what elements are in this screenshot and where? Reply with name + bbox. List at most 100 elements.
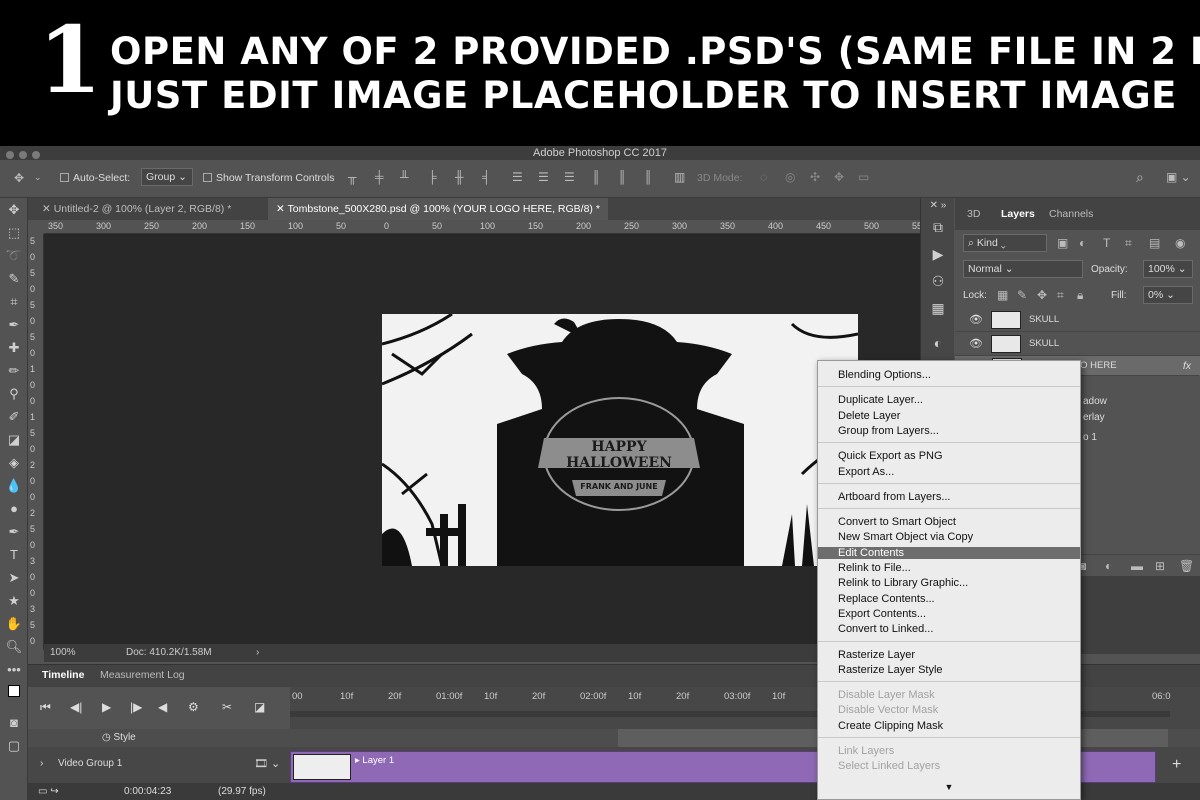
next-frame-icon[interactable]: |▶ — [130, 700, 142, 714]
new-layer-icon[interactable]: ⊞ — [1155, 559, 1165, 573]
collapse-icon[interactable]: ✕ » — [921, 198, 955, 214]
tab-tombstone[interactable]: ✕ Tombstone_500X280.psd @ 100% (YOUR LOG… — [268, 198, 608, 220]
filter-shape-icon[interactable]: ⌗ — [1125, 236, 1132, 251]
pen-tool-icon[interactable]: ✒ — [0, 520, 28, 543]
menu-item-artboard-from-layers[interactable]: Artboard from Layers... — [838, 491, 951, 503]
audio-icon[interactable]: ◀ — [158, 700, 167, 714]
filter-smart-icon[interactable]: ▤ — [1149, 236, 1160, 250]
scissors-icon[interactable]: ✂ — [222, 700, 232, 714]
menu-item-relink-to-library-graphic[interactable]: Relink to Library Graphic... — [838, 577, 968, 589]
render-icon[interactable]: ▭ ↪ — [38, 786, 59, 797]
zoom-level[interactable]: 100% — [50, 647, 76, 658]
distribute-hcenter-icon[interactable]: ║ — [618, 170, 627, 184]
paint-bucket-tool-icon[interactable]: ◈ — [0, 451, 28, 474]
menu-item-export-as[interactable]: Export As... — [838, 466, 894, 478]
swatches-icon[interactable]: ▦ — [921, 295, 955, 322]
color-swatches[interactable] — [0, 681, 28, 711]
menu-item-duplicate-layer[interactable]: Duplicate Layer... — [838, 394, 923, 406]
lock-paint-icon[interactable]: ✎ — [1017, 288, 1027, 302]
transition-icon[interactable]: ◪ — [254, 700, 265, 714]
tab-timeline[interactable]: Timeline — [42, 669, 84, 681]
menu-item-convert-to-smart-object[interactable]: Convert to Smart Object — [838, 516, 956, 528]
menu-item-blending-options[interactable]: Blending Options... — [838, 369, 931, 381]
workspace-icon[interactable]: ▣ ⌄ — [1166, 170, 1191, 184]
brush-tool-icon[interactable]: ✏ — [0, 359, 28, 382]
lock-artboard-icon[interactable]: ⌗ — [1057, 288, 1064, 303]
menu-item-rasterize-layer-style[interactable]: Rasterize Layer Style — [838, 664, 943, 676]
align-vcenter-icon[interactable]: ╪ — [375, 170, 384, 184]
menu-item-edit-contents[interactable]: Edit Contents — [818, 546, 1080, 559]
filter-toggle-icon[interactable]: ◉ — [1175, 236, 1185, 250]
eye-icon[interactable]: 👁︎ — [969, 313, 983, 326]
auto-select-dropdown[interactable]: Group ⌄ — [141, 168, 193, 186]
3d-slide-icon[interactable]: ✥ — [834, 170, 844, 184]
hand-tool-icon[interactable]: ✋ — [0, 612, 28, 635]
tab-channels[interactable]: Channels — [1049, 208, 1093, 220]
new-group-icon[interactable]: ▬ — [1131, 559, 1143, 573]
auto-align-icon[interactable]: ▥ — [674, 170, 685, 184]
distribute-left-icon[interactable]: ║ — [592, 170, 601, 184]
3d-orbit-icon[interactable]: ◌ — [760, 170, 767, 184]
document-canvas[interactable]: HAPPY HALLOWEEN FRANK AND JUNE — [44, 234, 920, 644]
auto-select-checkbox[interactable]: Auto-Select: — [60, 172, 130, 184]
adjustments-icon[interactable]: ◐ — [921, 330, 955, 357]
dodge-tool-icon[interactable]: ● — [0, 497, 28, 520]
menu-item-relink-to-file[interactable]: Relink to File... — [838, 562, 911, 574]
more-tools-icon[interactable]: ••• — [0, 658, 28, 681]
lock-pixels-icon[interactable]: ▦ — [997, 288, 1008, 302]
quick-select-tool-icon[interactable]: ✎ — [0, 267, 28, 290]
menu-item-rasterize-layer[interactable]: Rasterize Layer — [838, 649, 915, 661]
screen-mode-icon[interactable]: ▢ — [0, 734, 28, 757]
trash-icon[interactable]: 🗑︎ — [1179, 559, 1194, 573]
brush-settings-icon[interactable]: ⚇ — [921, 268, 955, 295]
tab-untitled-2[interactable]: ✕ Untitled-2 @ 100% (Layer 2, RGB/8) * — [34, 198, 239, 220]
distribute-vcenter-icon[interactable]: ☰ — [538, 170, 549, 184]
status-menu-arrow-icon[interactable]: › — [256, 647, 259, 658]
align-hcenter-icon[interactable]: ╫ — [455, 170, 464, 184]
type-tool-icon[interactable]: T — [0, 543, 28, 566]
3d-scale-icon[interactable]: ▭ — [858, 170, 869, 184]
layer-row[interactable]: 👁︎ SKULL — [955, 308, 1200, 332]
lasso-tool-icon[interactable]: ➰ — [0, 244, 28, 267]
move-tool-icon[interactable]: ✥ — [0, 198, 28, 221]
settings-gear-icon[interactable]: ⚙ — [188, 700, 199, 714]
healing-tool-icon[interactable]: ✚ — [0, 336, 28, 359]
path-select-tool-icon[interactable]: ➤ — [0, 566, 28, 589]
menu-item-export-contents[interactable]: Export Contents... — [838, 608, 926, 620]
tab-layers[interactable]: Layers — [1001, 208, 1035, 220]
filter-type-icon[interactable]: T — [1103, 236, 1110, 250]
menu-item-replace-contents[interactable]: Replace Contents... — [838, 593, 935, 605]
film-icon[interactable]: 🎞︎ ⌄ — [254, 757, 280, 770]
fill-field[interactable]: 0% ⌄ — [1143, 286, 1193, 304]
crop-tool-icon[interactable]: ⌗ — [0, 290, 28, 313]
distribute-top-icon[interactable]: ☰ — [512, 170, 523, 184]
expand-arrow-icon[interactable]: › — [40, 758, 43, 769]
zoom-tool-icon[interactable]: 🔍︎ — [0, 635, 28, 658]
eyedropper-tool-icon[interactable]: ✒ — [0, 313, 28, 336]
go-first-frame-icon[interactable]: ⏮ — [40, 700, 51, 715]
menu-item-quick-export-as-png[interactable]: Quick Export as PNG — [838, 450, 943, 462]
align-bottom-icon[interactable]: ╨ — [400, 170, 409, 184]
menu-scroll-down-icon[interactable]: ▼ — [818, 782, 1080, 792]
search-icon[interactable]: ⌕ — [1136, 169, 1144, 186]
opacity-field[interactable]: 100% ⌄ — [1143, 260, 1193, 278]
history-brush-tool-icon[interactable]: ✐ — [0, 405, 28, 428]
add-media-icon[interactable]: + — [1172, 756, 1181, 774]
3d-pan-icon[interactable]: ✣ — [810, 170, 820, 184]
eraser-tool-icon[interactable]: ◪ — [0, 428, 28, 451]
history-icon[interactable]: ⧉ — [921, 214, 955, 241]
align-right-icon[interactable]: ╡ — [482, 170, 491, 184]
blend-mode-dropdown[interactable]: Normal ⌄ — [963, 260, 1083, 278]
chevron-down-icon[interactable]: ⌄ — [34, 172, 42, 183]
marquee-tool-icon[interactable]: ⬚ — [0, 221, 28, 244]
shape-tool-icon[interactable]: ★ — [0, 589, 28, 612]
stamp-tool-icon[interactable]: ⚲ — [0, 382, 28, 405]
prev-frame-icon[interactable]: ◀| — [70, 700, 82, 714]
menu-item-new-smart-object-via-copy[interactable]: New Smart Object via Copy — [838, 531, 973, 543]
blur-tool-icon[interactable]: 💧 — [0, 474, 28, 497]
layer-filter-dropdown[interactable]: ⌕ Kind ⌄ — [963, 234, 1047, 252]
filter-adjust-icon[interactable]: ◐ — [1079, 236, 1086, 250]
3d-roll-icon[interactable]: ◎ — [785, 170, 795, 184]
eye-icon[interactable]: 👁︎ — [969, 337, 983, 350]
play-icon[interactable]: ▶ — [102, 700, 111, 714]
